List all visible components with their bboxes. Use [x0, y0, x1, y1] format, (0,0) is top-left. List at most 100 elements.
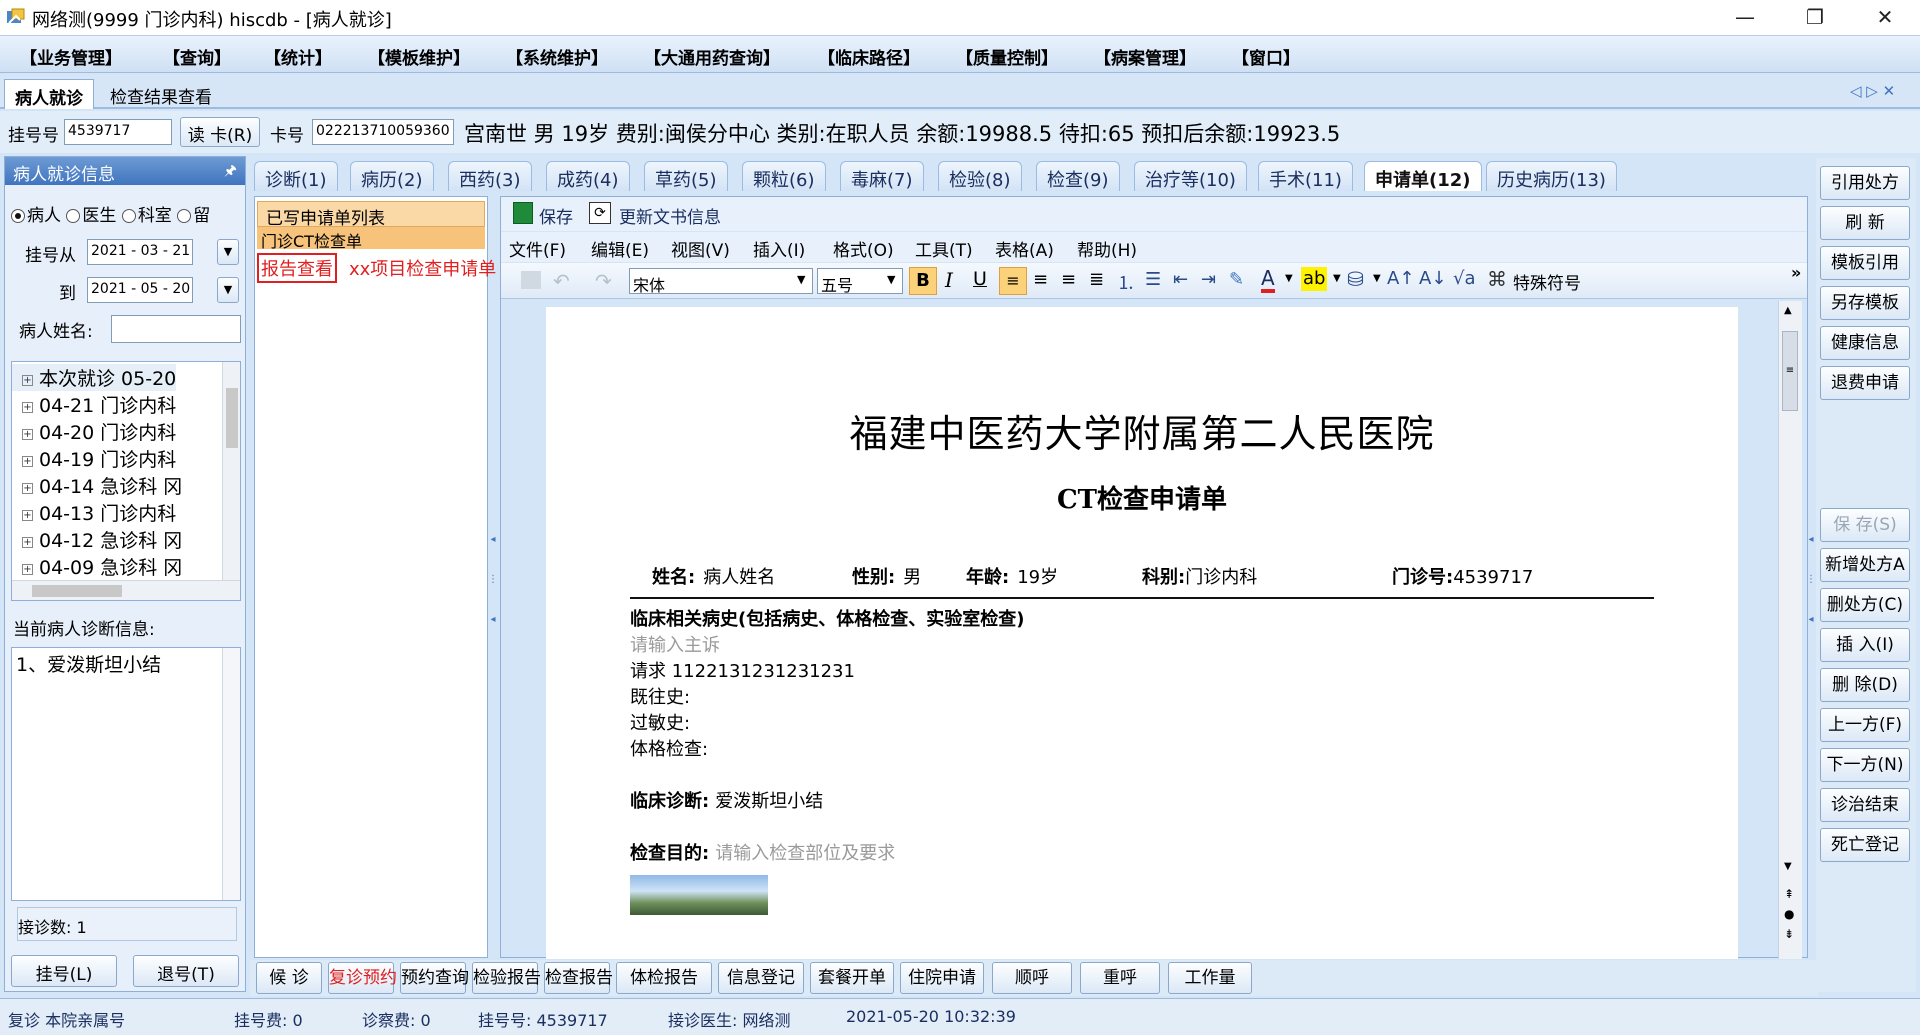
tab-patient-visit[interactable]: 病人就诊	[4, 79, 94, 109]
tree-node[interactable]: +04-09 急诊科 冈	[12, 553, 182, 580]
physical-report-button[interactable]: 体检报告	[616, 962, 712, 994]
radio-doctor[interactable]: 医生	[66, 206, 116, 226]
refresh-button[interactable]: 刷 新	[1820, 206, 1910, 240]
tab-diagnosis[interactable]: 诊断(1)	[254, 161, 338, 191]
next-prescription-button[interactable]: 下一方(N)	[1820, 748, 1910, 782]
editor-menu-edit[interactable]: 编辑(E)	[591, 236, 649, 261]
death-register-button[interactable]: 死亡登记	[1820, 828, 1910, 862]
pin-icon[interactable]: 🖈	[224, 160, 237, 184]
restore-button[interactable]: ❐	[1780, 2, 1850, 32]
splitter-handle[interactable]: ◂ ⋮ ◂	[488, 520, 498, 640]
expand-icon[interactable]: +	[22, 375, 33, 386]
register-button[interactable]: 挂号(L)	[11, 955, 117, 987]
request-line[interactable]: 请求 1122131231231231	[630, 657, 855, 683]
date-from-dropdown-icon[interactable]: ▼	[217, 239, 239, 265]
menu-clinical-path[interactable]: 【临床路径】	[818, 44, 920, 69]
unregister-button[interactable]: 退号(T)	[133, 955, 239, 987]
exam-report-button[interactable]: 检查报告	[544, 962, 613, 994]
template-cite-button[interactable]: 模板引用	[1820, 246, 1910, 280]
update-doc-icon[interactable]: ⟳	[589, 202, 611, 224]
underline-icon[interactable]: U	[973, 268, 987, 290]
patient-name-input[interactable]	[111, 315, 241, 343]
list-item-ct[interactable]: 门诊CT检查单	[257, 227, 485, 251]
highlight-dropdown-icon[interactable]: ▼	[1333, 273, 1341, 284]
bold-icon[interactable]: B	[909, 267, 937, 295]
date-to-input[interactable]: 2021 - 05 - 20	[87, 277, 193, 303]
cite-prescription-button[interactable]: 引用处方	[1820, 166, 1910, 200]
menu-business[interactable]: 【业务管理】	[20, 44, 122, 69]
right-splitter-handle[interactable]: ◂ ⋮ ◂	[1806, 520, 1816, 640]
menu-template[interactable]: 【模板维护】	[368, 44, 470, 69]
special-chars-button[interactable]: 特殊符号	[1513, 269, 1581, 294]
update-doc-button[interactable]: 更新文书信息	[619, 203, 721, 228]
document-scrollbar[interactable]: ▲ ≡ ▼ ⇞ ● ⇟	[1778, 301, 1802, 959]
editor-menu-tools[interactable]: 工具(T)	[915, 236, 973, 261]
outdent-icon[interactable]: ⇤	[1173, 269, 1188, 290]
inpatient-request-button[interactable]: 住院申请	[900, 962, 984, 994]
grow-font-icon[interactable]: A↑	[1387, 268, 1414, 289]
clinic-no-value[interactable]: 4539717	[1453, 567, 1533, 588]
formula-icon[interactable]: √a	[1453, 268, 1476, 289]
fill-color-icon[interactable]: ⛁	[1347, 267, 1364, 291]
tree-node[interactable]: +04-21 门诊内科	[12, 391, 176, 418]
tab-narcotics[interactable]: 毒麻(7)	[840, 161, 924, 191]
align-left-icon[interactable]: ≡	[999, 267, 1027, 295]
prev-prescription-button[interactable]: 上一方(F)	[1820, 708, 1910, 742]
tree-node[interactable]: +04-20 门诊内科	[12, 418, 176, 445]
menu-window[interactable]: 【窗口】	[1232, 44, 1300, 69]
info-register-button[interactable]: 信息登记	[718, 962, 804, 994]
expand-icon[interactable]: +	[22, 510, 33, 521]
font-name-select[interactable]: 宋体	[629, 268, 813, 294]
editor-menu-insert[interactable]: 插入(I)	[753, 236, 805, 261]
health-info-button[interactable]: 健康信息	[1820, 326, 1910, 360]
special-chars-icon[interactable]: ⌘	[1487, 267, 1507, 291]
menu-system[interactable]: 【系统维护】	[506, 44, 608, 69]
revisit-appointment-button[interactable]: 复诊预约	[328, 962, 397, 994]
diagnosis-scrollbar[interactable]	[222, 648, 240, 900]
expand-icon[interactable]: +	[22, 429, 33, 440]
tree-node[interactable]: + 本次就诊 05-20	[12, 364, 177, 391]
radio-department[interactable]: 科室	[121, 206, 172, 226]
sequential-call-button[interactable]: 顺呼	[992, 962, 1072, 994]
editor-menu-format[interactable]: 格式(O)	[833, 236, 894, 261]
scroll-thumb[interactable]: ≡	[1782, 331, 1798, 411]
reg-no-input[interactable]: 4539717	[64, 119, 172, 145]
radio-patient[interactable]: 病人	[11, 206, 61, 226]
minimize-button[interactable]: —	[1710, 2, 1780, 32]
scroll-thumb[interactable]	[32, 585, 122, 597]
waiting-button[interactable]: 候 诊	[256, 962, 322, 994]
diagnosis-item[interactable]: 1、爱泼斯坦小结	[16, 650, 161, 677]
tree-node[interactable]: +04-14 急诊科 冈	[12, 472, 182, 499]
new-prescription-button[interactable]: 新增处方A	[1820, 548, 1910, 582]
next-page-icon[interactable]: ⇟	[1784, 927, 1794, 941]
tab-western-medicine[interactable]: 西药(3)	[448, 161, 532, 191]
finish-treatment-button[interactable]: 诊治结束	[1820, 788, 1910, 822]
age-value[interactable]: 19岁	[1017, 567, 1058, 588]
format-painter-icon[interactable]: ✎	[1229, 269, 1244, 290]
font-name-dropdown-icon[interactable]: ▼	[797, 273, 805, 286]
font-color-dropdown-icon[interactable]: ▼	[1285, 273, 1293, 284]
purpose-input[interactable]: 请输入检查部位及要求	[715, 843, 895, 864]
toolbar-overflow-icon[interactable]: »	[1791, 263, 1801, 282]
italic-icon[interactable]: I	[945, 268, 953, 292]
scroll-down-icon[interactable]: ▼	[1784, 861, 1792, 872]
card-no-input[interactable]: 022213710059360	[312, 119, 454, 145]
shrink-font-icon[interactable]: A↓	[1419, 268, 1446, 289]
prev-page-icon[interactable]: ⇞	[1784, 887, 1794, 901]
diagnosis-field-value[interactable]: 爱泼斯坦小结	[715, 791, 823, 812]
scroll-thumb[interactable]	[226, 388, 238, 448]
tree-node[interactable]: +04-13 门诊内科	[12, 499, 176, 526]
tree-vertical-scrollbar[interactable]	[222, 362, 240, 580]
tab-granule[interactable]: 颗粒(6)	[742, 161, 826, 191]
lab-report-button[interactable]: 检验报告	[472, 962, 541, 994]
tree-horizontal-scrollbar[interactable]	[12, 580, 240, 600]
workload-button[interactable]: 工作量	[1168, 962, 1252, 994]
editor-menu-table[interactable]: 表格(A)	[995, 236, 1054, 261]
sex-value[interactable]: 男	[903, 567, 921, 588]
highlight-icon[interactable]: ab	[1301, 267, 1328, 291]
save-as-template-button[interactable]: 另存模板	[1820, 286, 1910, 320]
indent-icon[interactable]: ⇥	[1201, 269, 1216, 290]
past-history-field[interactable]: 既往史:	[630, 683, 690, 709]
menu-query[interactable]: 【查询】	[163, 44, 231, 69]
expand-icon[interactable]: +	[22, 456, 33, 467]
